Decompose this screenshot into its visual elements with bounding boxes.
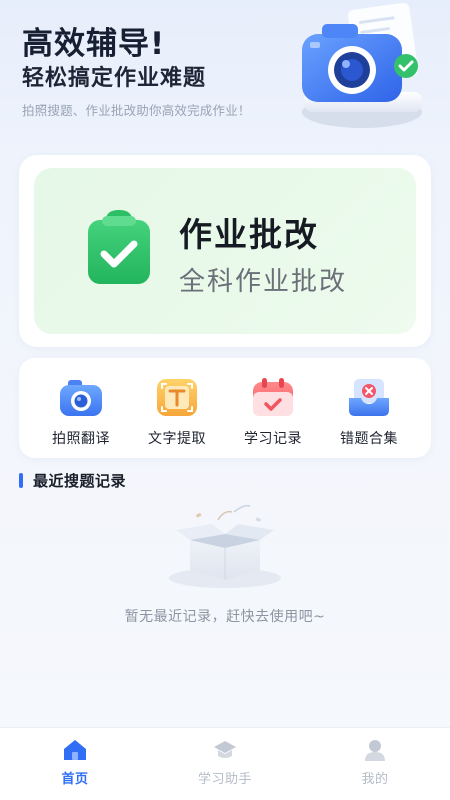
empty-box-icon	[169, 504, 281, 588]
hero-subtitle: 轻松搞定作业难题	[22, 66, 207, 91]
graduation-cap-icon	[214, 741, 236, 758]
empty-state-text: 暂无最近记录，赶快去使用吧~	[124, 609, 326, 625]
camera-illustration-icon	[302, 2, 422, 128]
text-scan-icon	[157, 379, 197, 416]
inbox-error-icon	[349, 379, 389, 416]
tool-mistake-collection[interactable]: 错题合集	[325, 376, 413, 448]
nav-label: 我的	[361, 772, 389, 787]
bottom-nav: 首页 学习助手 我的	[0, 727, 450, 800]
feature-panel: 作业批改 全科作业批改	[19, 155, 431, 347]
homework-correction-card[interactable]: 作业批改 全科作业批改	[34, 168, 416, 334]
tool-text-extract[interactable]: 文字提取	[133, 376, 221, 448]
tool-label: 拍照翻译	[52, 431, 110, 447]
tool-label: 错题合集	[340, 431, 398, 447]
nav-item-study-assistant[interactable]: 学习助手	[150, 728, 300, 800]
home-icon	[64, 740, 86, 760]
feature-title: 作业批改	[179, 215, 319, 254]
calendar-check-icon	[253, 378, 293, 416]
camera-icon	[60, 380, 102, 416]
nav-label: 首页	[61, 772, 89, 787]
tool-study-record[interactable]: 学习记录	[229, 376, 317, 448]
nav-item-home[interactable]: 首页	[0, 728, 150, 800]
hero-banner: 高效辅导! 轻松搞定作业难题 拍照搜题、作业批改助你高效完成作业！	[0, 0, 450, 140]
section-accent-bar	[19, 472, 23, 488]
nav-item-profile[interactable]: 我的	[300, 728, 450, 800]
recent-section-header: 最近搜题记录	[19, 470, 126, 490]
tool-photo-translate[interactable]: 拍照翻译	[37, 376, 125, 448]
nav-label: 学习助手	[197, 772, 252, 787]
tool-label: 文字提取	[148, 431, 206, 447]
hero-title: 高效辅导!	[22, 26, 166, 62]
recent-section-title: 最近搜题记录	[33, 471, 127, 490]
clipboard-check-icon	[88, 210, 150, 284]
user-icon	[365, 740, 385, 761]
feature-subtitle: 全科作业批改	[179, 267, 348, 297]
tool-label: 学习记录	[244, 431, 302, 447]
hero-description: 拍照搜题、作业批改助你高效完成作业！	[22, 103, 251, 118]
quick-tools: 拍照翻译 文字提取 学习记录 错题合集	[19, 358, 431, 458]
